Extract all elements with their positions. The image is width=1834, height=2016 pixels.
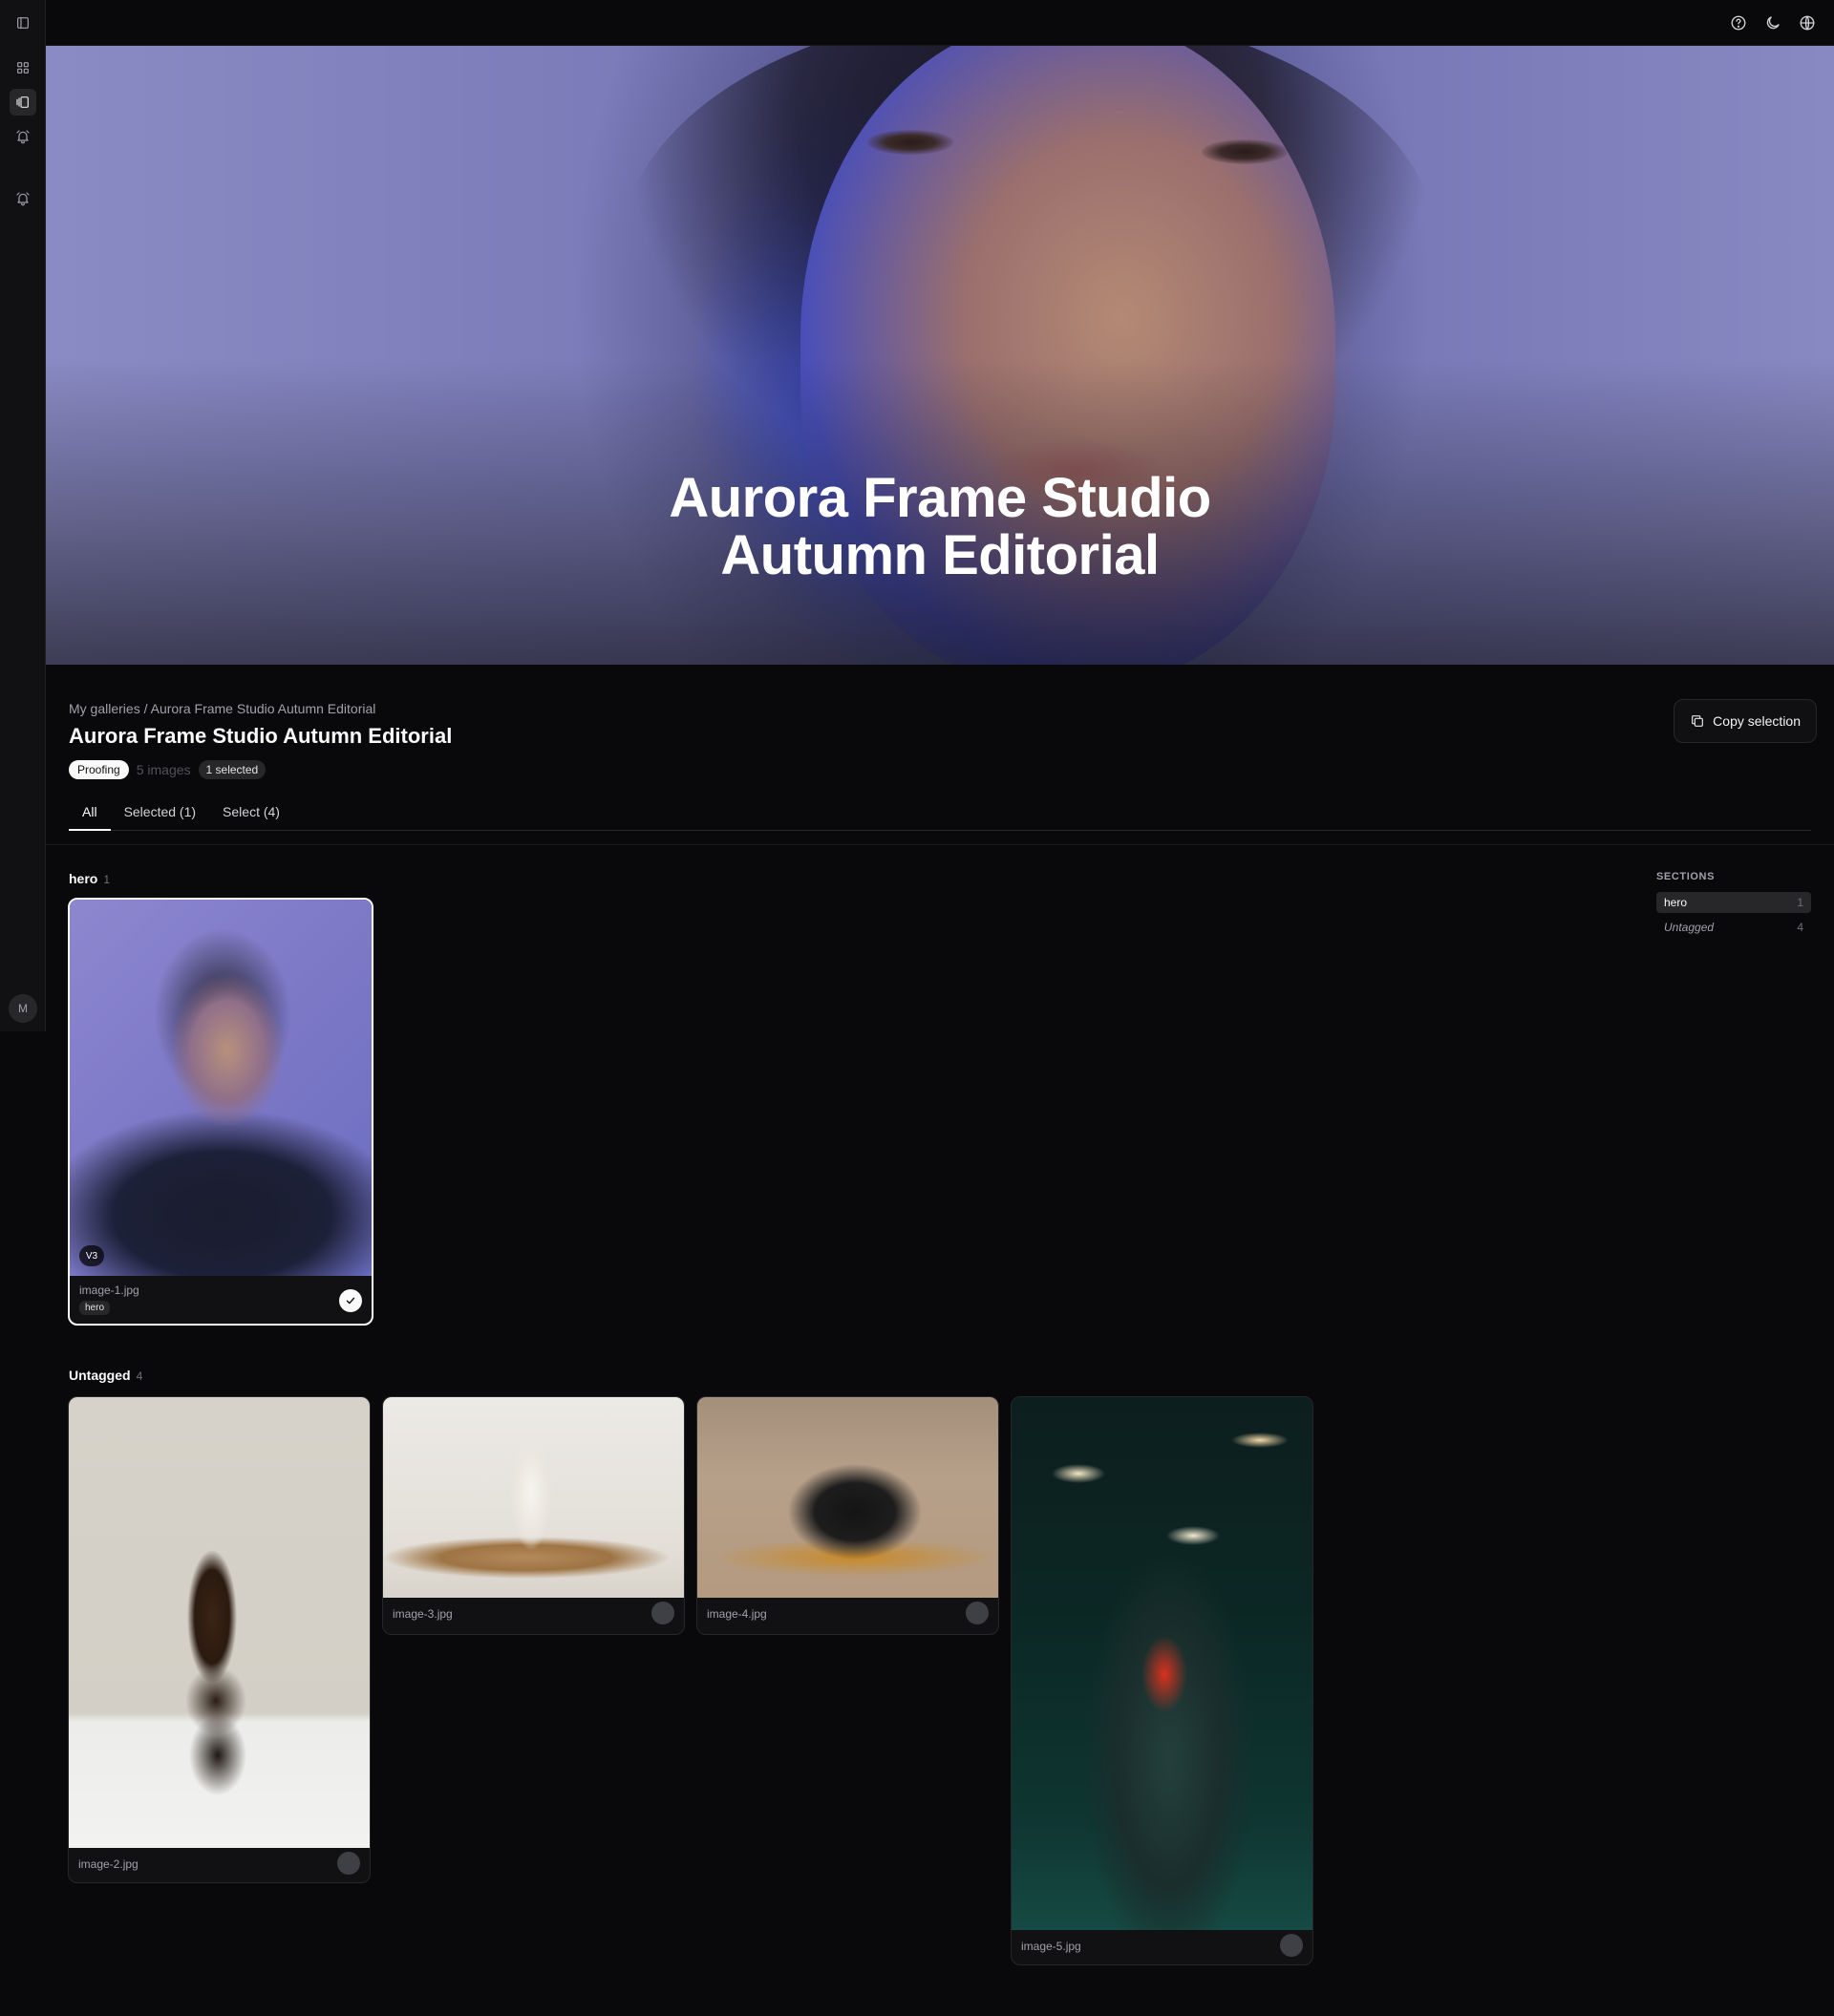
breadcrumb-root[interactable]: My galleries [69,701,140,716]
image-thumbnail [697,1397,998,1598]
galleries-icon[interactable] [10,89,36,116]
tab-select[interactable]: Select (4) [209,798,293,831]
sections-panel-title: SECTIONS [1656,871,1716,882]
image-card[interactable]: image-2.jpg [68,1396,371,1883]
breadcrumb-separator: / [143,701,148,716]
image-count: 5 images [136,762,191,777]
image-filename: image-1.jpg [79,1284,139,1297]
image-tag: hero [79,1301,111,1315]
section-heading-hero: hero 1 [69,871,111,886]
select-toggle[interactable] [337,1852,360,1875]
sidebar-toggle-icon[interactable] [10,10,36,36]
image-card[interactable]: image-3.jpg [382,1396,685,1635]
status-badge: Proofing [69,760,129,779]
tab-selected[interactable]: Selected (1) [111,798,209,831]
select-toggle[interactable] [339,1289,362,1312]
gallery-content: My galleries / Aurora Frame Studio Autum… [46,665,1834,2016]
hero-banner: Aurora Frame Studio Autumn Editorial [46,46,1834,665]
page-title: Aurora Frame Studio Autumn Editorial [69,724,453,748]
image-thumbnail [69,1397,370,1848]
gallery-tabs: All Selected (1) Select (4) [69,798,1811,831]
copy-selection-button[interactable]: Copy selection [1674,699,1817,743]
select-toggle[interactable] [1280,1934,1303,1957]
hero-title: Aurora Frame Studio Autumn Editorial [669,467,1211,586]
sections-panel-item-hero[interactable]: hero 1 [1656,892,1811,913]
image-card[interactable]: image-5.jpg [1011,1396,1313,1965]
select-toggle[interactable] [651,1602,674,1624]
avatar[interactable]: M [9,994,37,1023]
tab-all[interactable]: All [69,798,111,831]
globe-icon[interactable] [1796,11,1819,34]
sections-panel-item-untagged[interactable]: Untagged 4 [1656,917,1811,938]
image-thumbnail [383,1397,684,1598]
dashboard-icon[interactable] [10,54,36,81]
image-thumbnail [1012,1397,1312,1930]
image-card[interactable]: V3 image-1.jpg hero [68,898,373,1326]
copy-icon [1692,715,1704,727]
divider [46,844,1834,845]
breadcrumb: My galleries / Aurora Frame Studio Autum… [69,701,375,716]
top-bar-actions [1727,11,1819,34]
help-icon[interactable] [1727,11,1750,34]
section-heading-untagged: Untagged 4 [69,1368,143,1383]
check-icon [346,1297,355,1305]
sections-panel: SECTIONS hero 1 Untagged 4 [1656,871,1811,942]
image-card[interactable]: image-4.jpg [696,1396,999,1635]
version-badge: V3 [79,1245,104,1266]
top-bar [0,0,1834,46]
image-filename: image-5.jpg [1021,1940,1081,1953]
image-thumbnail [70,900,372,1276]
notifications-icon[interactable] [10,185,36,212]
sidebar: M [0,0,46,1031]
image-filename: image-4.jpg [707,1607,767,1621]
image-filename: image-3.jpg [393,1607,453,1621]
breadcrumb-current: Aurora Frame Studio Autumn Editorial [150,701,376,716]
image-filename: image-2.jpg [78,1857,139,1871]
moon-icon[interactable] [1761,11,1784,34]
selected-count-badge: 1 selected [198,760,267,779]
alarm-icon[interactable] [10,123,36,150]
select-toggle[interactable] [966,1602,989,1624]
gallery-badges: Proofing 5 images 1 selected [69,760,267,779]
